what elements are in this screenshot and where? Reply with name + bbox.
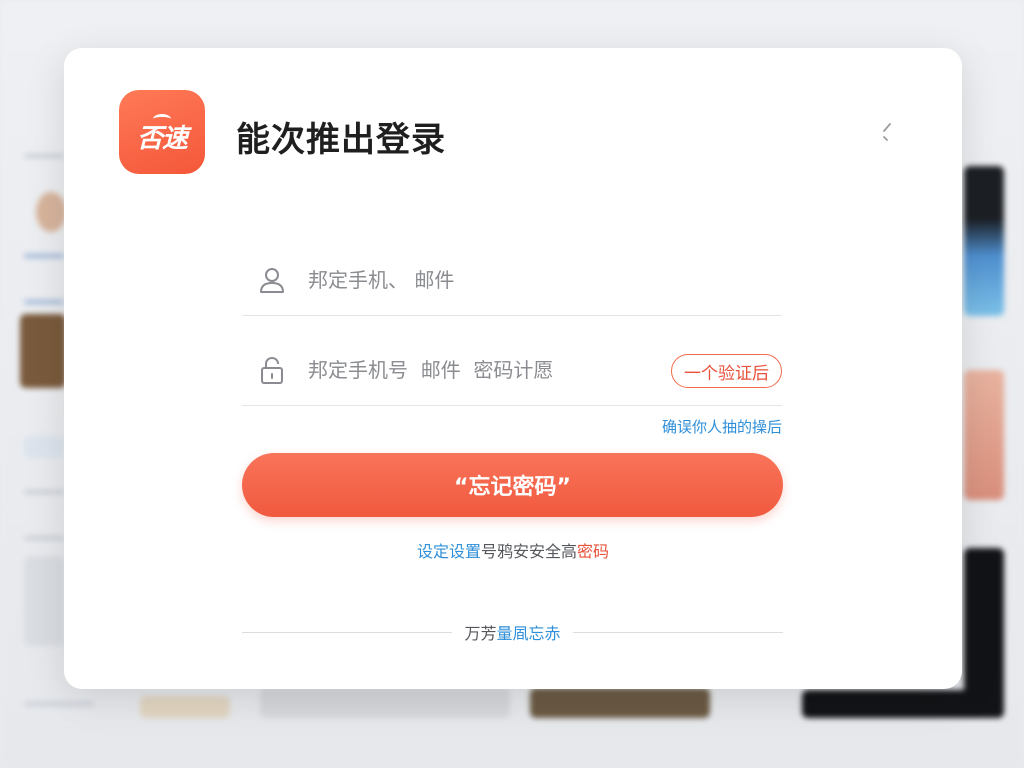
bg-card <box>260 688 510 718</box>
bg-tag <box>140 696 230 718</box>
security-text: 号鸦安安全高 <box>480 542 577 561</box>
bg-card <box>24 556 64 646</box>
logo-text: 否速 <box>136 123 188 154</box>
get-code-button[interactable]: 一个验证后 <box>671 354 782 388</box>
chevron-left-icon <box>883 123 891 141</box>
secondary-link-row: 设定设置号鸦安安全高密码 <box>64 538 962 562</box>
settings-link[interactable]: 设定设置 <box>417 542 481 561</box>
bg-tag <box>24 436 64 458</box>
bg-thumbnail <box>20 314 66 388</box>
bg-thumbnail <box>530 688 710 718</box>
login-modal: 否速 能次推出登录 一个验证后 确误你人抽的操后 “忘记密码 <box>64 48 962 689</box>
password-input[interactable] <box>308 349 648 390</box>
bg-text <box>24 536 64 540</box>
app-logo: 否速 <box>119 90 205 174</box>
account-field <box>242 244 782 316</box>
divider-line-right <box>572 631 783 633</box>
bg-text <box>24 254 64 258</box>
user-icon <box>256 264 288 296</box>
bg-text <box>24 490 64 494</box>
confirm-link[interactable]: 确误你人抽的操后 <box>662 416 782 437</box>
password-link[interactable]: 密码 <box>577 542 609 561</box>
bg-avatar <box>36 192 66 232</box>
divider-line-left <box>242 631 453 633</box>
divider-text-gray: 万芳 <box>464 624 497 643</box>
divider-link[interactable]: 量凮忘赤 <box>497 624 561 643</box>
divider-label: 万芳量凮忘赤 <box>452 620 572 644</box>
password-field: 一个验证后 <box>242 334 782 406</box>
bg-thumbnail <box>802 690 1002 718</box>
bg-thumbnail <box>964 370 1004 500</box>
bg-text <box>24 154 64 158</box>
lock-icon <box>256 354 288 386</box>
bg-thumbnail <box>964 166 1004 316</box>
modal-title: 能次推出登录 <box>236 120 446 160</box>
bg-text <box>24 702 94 706</box>
divider: 万芳量凮忘赤 <box>242 620 783 644</box>
forgot-password-button[interactable]: “忘记密码” <box>242 453 783 517</box>
bg-text <box>24 300 64 304</box>
close-button[interactable] <box>872 114 902 150</box>
account-input[interactable] <box>308 259 668 300</box>
